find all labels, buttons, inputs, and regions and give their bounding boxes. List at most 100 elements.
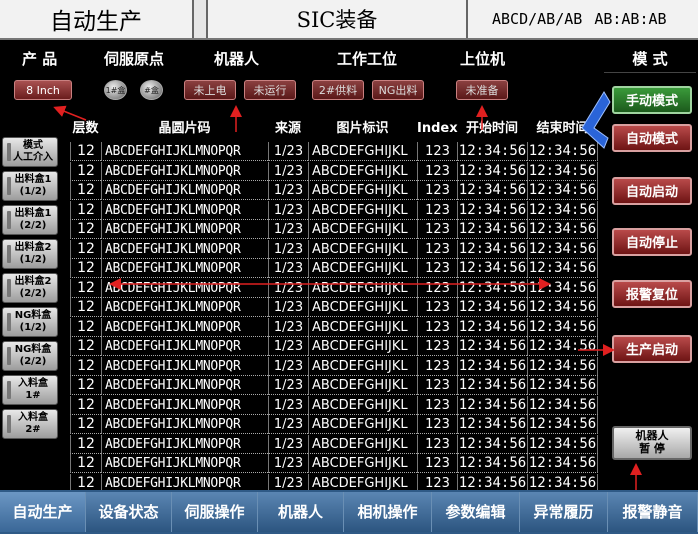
tab-5[interactable]: 相机操作 bbox=[344, 492, 432, 532]
col-header-layer: 层数 bbox=[72, 121, 99, 136]
cell-wafer-code: ABCDEFGHIJKLMNOPQR bbox=[101, 200, 268, 220]
table-row[interactable]: 12 ABCDEFGHIJKLMNOPQR 1/23 ABCDEFGHIJKL 123 1… bbox=[70, 434, 598, 454]
side-button-label-1: NG料盒 bbox=[14, 310, 52, 321]
cell-end-time: 12:34:56 bbox=[527, 317, 598, 337]
side-button-8[interactable]: 入料盒 1# bbox=[2, 375, 58, 405]
cell-index: 123 bbox=[417, 181, 457, 200]
cell-index: 123 bbox=[417, 376, 457, 395]
cell-start-time: 12:34:56 bbox=[457, 161, 527, 181]
cell-image-id: ABCDEFGHIJKL bbox=[308, 142, 417, 161]
side-button-2[interactable]: 出料盒1 (1/2) bbox=[2, 171, 58, 201]
cell-index: 123 bbox=[417, 434, 457, 454]
cell-layer: 12 bbox=[70, 200, 101, 220]
side-button-6[interactable]: NG料盒 (1/2) bbox=[2, 307, 58, 337]
table-row[interactable]: 12 ABCDEFGHIJKLMNOPQR 1/23 ABCDEFGHIJKL 123 1… bbox=[70, 259, 598, 278]
tab-1[interactable]: 自动生产 bbox=[0, 492, 86, 532]
side-button-5[interactable]: 出料盒2 (2/2) bbox=[2, 273, 58, 303]
wafer-size-button[interactable]: 8 Inch bbox=[14, 80, 72, 100]
robot-pause-button[interactable]: 机器人 暂 停 bbox=[612, 426, 692, 460]
auto-stop-button[interactable]: 自动停止 bbox=[612, 228, 692, 256]
cell-image-id: ABCDEFGHIJKL bbox=[308, 376, 417, 395]
cell-end-time: 12:34:56 bbox=[527, 239, 598, 259]
table-row[interactable]: 12 ABCDEFGHIJKLMNOPQR 1/23 ABCDEFGHIJKL 123 1… bbox=[70, 200, 598, 220]
cell-wafer-code: ABCDEFGHIJKLMNOPQR bbox=[101, 356, 268, 376]
cell-layer: 12 bbox=[70, 142, 101, 161]
cell-end-time: 12:34:56 bbox=[527, 200, 598, 220]
cell-wafer-code: ABCDEFGHIJKLMNOPQR bbox=[101, 376, 268, 395]
cell-index: 123 bbox=[417, 142, 457, 161]
tab-7[interactable]: 异常履历 bbox=[520, 492, 608, 532]
station-feed-status: 2#供料 bbox=[312, 80, 364, 100]
table-row[interactable]: 12 ABCDEFGHIJKLMNOPQR 1/23 ABCDEFGHIJKL 123 1… bbox=[70, 298, 598, 317]
cell-start-time: 12:34:56 bbox=[457, 434, 527, 454]
table-row[interactable]: 12 ABCDEFGHIJKLMNOPQR 1/23 ABCDEFGHIJKL 123 1… bbox=[70, 376, 598, 395]
table-row[interactable]: 12 ABCDEFGHIJKLMNOPQR 1/23 ABCDEFGHIJKL 123 1… bbox=[70, 142, 598, 161]
side-button-7[interactable]: NG料盒 (2/2) bbox=[2, 341, 58, 371]
table-row[interactable]: 12 ABCDEFGHIJKLMNOPQR 1/23 ABCDEFGHIJKL 123 1… bbox=[70, 395, 598, 415]
side-button-label-2: (2/2) bbox=[19, 288, 47, 299]
tab-8[interactable]: 报警静音 bbox=[608, 492, 698, 532]
cell-end-time: 12:34:56 bbox=[527, 220, 598, 239]
side-button-4[interactable]: 出料盒2 (1/2) bbox=[2, 239, 58, 269]
table-row[interactable]: 12 ABCDEFGHIJKLMNOPQR 1/23 ABCDEFGHIJKL 123 1… bbox=[70, 317, 598, 337]
cell-end-time: 12:34:56 bbox=[527, 181, 598, 200]
cell-source: 1/23 bbox=[268, 259, 308, 278]
cell-image-id: ABCDEFGHIJKL bbox=[308, 181, 417, 200]
cell-source: 1/23 bbox=[268, 298, 308, 317]
table-row[interactable]: 12 ABCDEFGHIJKLMNOPQR 1/23 ABCDEFGHIJKL 123 1… bbox=[70, 161, 598, 181]
side-button-9[interactable]: 入料盒 2# bbox=[2, 409, 58, 439]
cell-wafer-code: ABCDEFGHIJKLMNOPQR bbox=[101, 454, 268, 473]
auto-start-button[interactable]: 自动启动 bbox=[612, 177, 692, 205]
cell-layer: 12 bbox=[70, 239, 101, 259]
cell-source: 1/23 bbox=[268, 317, 308, 337]
cell-wafer-code: ABCDEFGHIJKLMNOPQR bbox=[101, 395, 268, 415]
cell-image-id: ABCDEFGHIJKL bbox=[308, 239, 417, 259]
side-button-label-1: 出料盒2 bbox=[14, 276, 52, 287]
col-header-index: Index bbox=[417, 121, 458, 136]
table-row[interactable]: 12 ABCDEFGHIJKLMNOPQR 1/23 ABCDEFGHIJKL 123 1… bbox=[70, 220, 598, 239]
table-row[interactable]: 12 ABCDEFGHIJKLMNOPQR 1/23 ABCDEFGHIJKL 123 1… bbox=[70, 337, 598, 356]
cell-source: 1/23 bbox=[268, 356, 308, 376]
table-row[interactable]: 12 ABCDEFGHIJKLMNOPQR 1/23 ABCDEFGHIJKL 123 1… bbox=[70, 239, 598, 259]
production-start-button[interactable]: 生产启动 bbox=[612, 335, 692, 363]
cell-start-time: 12:34:56 bbox=[457, 298, 527, 317]
side-button-label-2: (2/2) bbox=[19, 356, 47, 367]
cell-start-time: 12:34:56 bbox=[457, 415, 527, 434]
table-row[interactable]: 12 ABCDEFGHIJKLMNOPQR 1/23 ABCDEFGHIJKL 123 1… bbox=[70, 181, 598, 200]
table-row[interactable]: 12 ABCDEFGHIJKLMNOPQR 1/23 ABCDEFGHIJKL 123 1… bbox=[70, 454, 598, 473]
alarm-reset-button[interactable]: 报警复位 bbox=[612, 280, 692, 308]
tab-4[interactable]: 机器人 bbox=[258, 492, 344, 532]
cell-wafer-code: ABCDEFGHIJKLMNOPQR bbox=[101, 317, 268, 337]
cell-wafer-code: ABCDEFGHIJKLMNOPQR bbox=[101, 434, 268, 454]
table-row[interactable]: 12 ABCDEFGHIJKLMNOPQR 1/23 ABCDEFGHIJKL 123 1… bbox=[70, 278, 598, 298]
cell-start-time: 12:34:56 bbox=[457, 239, 527, 259]
host-ready-status: 未准备 bbox=[456, 80, 508, 100]
cell-wafer-code: ABCDEFGHIJKLMNOPQR bbox=[101, 142, 268, 161]
cell-end-time: 12:34:56 bbox=[527, 356, 598, 376]
tab-3[interactable]: 伺服操作 bbox=[172, 492, 258, 532]
cell-wafer-code: ABCDEFGHIJKLMNOPQR bbox=[101, 259, 268, 278]
tab-6[interactable]: 参数编辑 bbox=[432, 492, 520, 532]
table-row[interactable]: 12 ABCDEFGHIJKLMNOPQR 1/23 ABCDEFGHIJKL 123 1… bbox=[70, 415, 598, 434]
cell-source: 1/23 bbox=[268, 220, 308, 239]
cell-index: 123 bbox=[417, 278, 457, 298]
cell-index: 123 bbox=[417, 356, 457, 376]
cell-index: 123 bbox=[417, 298, 457, 317]
cell-source: 1/23 bbox=[268, 239, 308, 259]
side-button-1[interactable]: 模式 人工介入 bbox=[2, 137, 58, 167]
side-button-3[interactable]: 出料盒1 (2/2) bbox=[2, 205, 58, 235]
cell-layer: 12 bbox=[70, 415, 101, 434]
auto-mode-button[interactable]: 自动模式 bbox=[612, 124, 692, 152]
cell-start-time: 12:34:56 bbox=[457, 259, 527, 278]
cell-index: 123 bbox=[417, 239, 457, 259]
tab-2[interactable]: 设备状态 bbox=[86, 492, 172, 532]
cell-end-time: 12:34:56 bbox=[527, 259, 598, 278]
cell-source: 1/23 bbox=[268, 454, 308, 473]
side-button-label-1: 出料盒1 bbox=[14, 208, 52, 219]
cell-layer: 12 bbox=[70, 259, 101, 278]
title-bar: 自动生产 SIC装备 ABCD/AB/AB AB:AB:AB bbox=[0, 0, 698, 40]
cell-layer: 12 bbox=[70, 356, 101, 376]
cell-image-id: ABCDEFGHIJKL bbox=[308, 220, 417, 239]
manual-mode-button[interactable]: 手动模式 bbox=[612, 86, 692, 114]
table-row[interactable]: 12 ABCDEFGHIJKLMNOPQR 1/23 ABCDEFGHIJKL 123 1… bbox=[70, 356, 598, 376]
